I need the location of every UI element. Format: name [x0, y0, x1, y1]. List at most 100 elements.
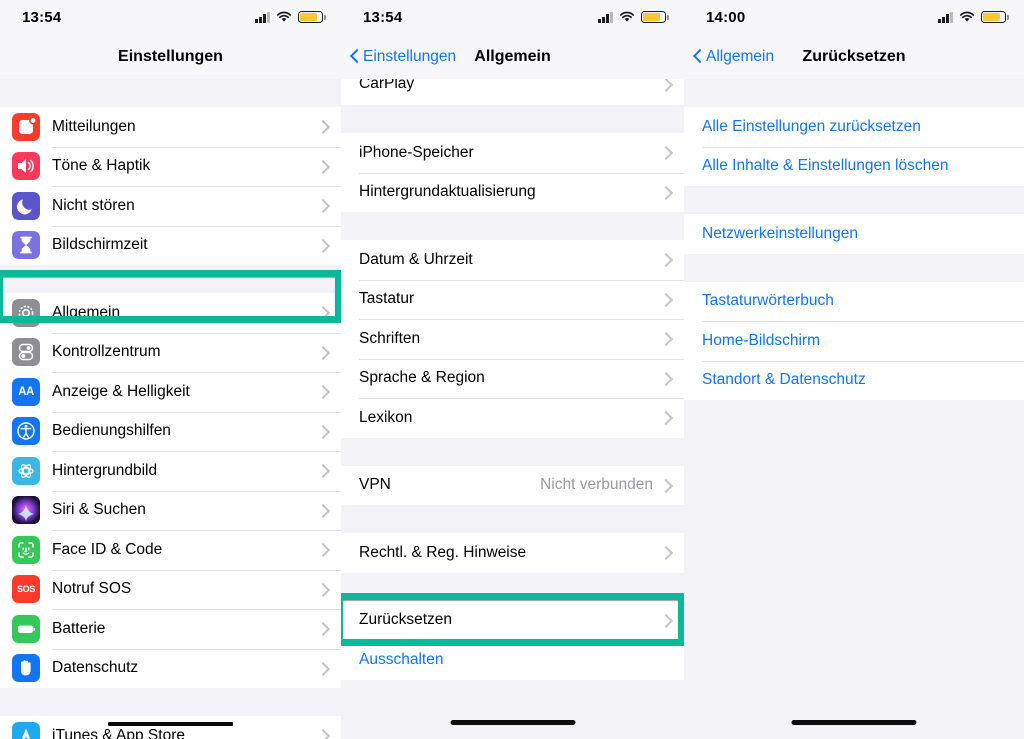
sidebar-item-label: Hintergrundbild [52, 461, 158, 479]
do-not-disturb-icon [12, 191, 40, 220]
sidebar-item-nicht-stoeren[interactable]: Nicht stören [0, 186, 341, 226]
sidebar-item-siri-suchen[interactable]: Siri & Suchen [0, 490, 341, 530]
reset-list[interactable]: Alle Einstellungen zurücksetzen Alle Inh… [684, 79, 1024, 739]
list-item-alle-inhalte-einstellungen-loeschen[interactable]: Alle Inhalte & Einstellungen löschen [684, 146, 1024, 186]
chevron-right-icon [661, 185, 670, 200]
list-item-label: Ausschalten [359, 650, 444, 668]
allgemein-list[interactable]: CarPlay iPhone-Speicher Hintergrundaktua… [341, 79, 684, 739]
list-item-label: Alle Einstellungen zurücksetzen [702, 117, 921, 135]
list-item-hintergrundaktualisierung[interactable]: Hintergrundaktualisierung [341, 172, 684, 212]
sidebar-item-label: Face ID & Code [52, 540, 163, 558]
list-item-label: Alle Inhalte & Einstellungen löschen [702, 157, 949, 175]
sidebar-item-notruf-sos[interactable]: SOS Notruf SOS [0, 569, 341, 609]
list-item-home-bildschirm[interactable]: Home-Bildschirm [684, 321, 1024, 361]
accessibility-icon [12, 417, 40, 446]
chevron-right-icon [661, 545, 670, 560]
sidebar-item-toene-haptik[interactable]: Töne & Haptik [0, 146, 341, 186]
list-item-carplay[interactable]: CarPlay [341, 79, 684, 97]
sidebar-item-itunes-app-store[interactable]: iTunes & App Store [0, 716, 341, 739]
general-group-0: CarPlay [341, 79, 684, 105]
chevron-right-icon [318, 159, 327, 174]
list-item-sprache-region[interactable]: Sprache & Region [341, 358, 684, 398]
list-item-label: Tastatur [359, 290, 415, 308]
settings-list[interactable]: Mitteilungen Töne & Haptik Nicht stören [0, 79, 341, 739]
sidebar-item-face-id-code[interactable]: Face ID & Code [0, 530, 341, 570]
chevron-right-icon [318, 198, 327, 213]
chevron-right-icon [318, 384, 327, 399]
list-item-label: Rechtl. & Reg. Hinweise [359, 543, 527, 561]
status-bar: 14:00 [684, 0, 1024, 34]
phone-screen-allgemein: 13:54 Einstellungen Allgemein CarPlay iP… [341, 0, 684, 739]
chevron-right-icon [318, 728, 327, 739]
status-time: 13:54 [22, 8, 62, 26]
back-button[interactable]: Allgemein [694, 48, 774, 66]
status-icons [598, 11, 669, 23]
list-item-label: Hintergrundaktualisierung [359, 183, 536, 201]
chevron-right-icon [661, 145, 670, 160]
reset-group-3: Tastaturwörterbuch Home-Bildschirm Stand… [684, 281, 1024, 400]
control-center-icon [12, 338, 40, 367]
reset-group-1: Alle Einstellungen zurücksetzen Alle Inh… [684, 107, 1024, 186]
status-time: 13:54 [363, 8, 403, 26]
list-item-label: Sprache & Region [359, 369, 485, 387]
status-icons [938, 11, 1009, 23]
sidebar-item-datenschutz[interactable]: Datenschutz [0, 648, 341, 688]
battery-icon [12, 614, 40, 643]
face-id-icon [12, 535, 40, 564]
list-item-datum-uhrzeit[interactable]: Datum & Uhrzeit [341, 240, 684, 280]
back-button-label: Einstellungen [363, 47, 457, 65]
sidebar-item-bildschirmzeit[interactable]: Bildschirmzeit [0, 225, 341, 265]
sidebar-item-allgemein[interactable]: Allgemein [0, 293, 341, 333]
list-item-iphone-speicher[interactable]: iPhone-Speicher [341, 133, 684, 173]
list-item-tastatur[interactable]: Tastatur [341, 279, 684, 319]
sidebar-item-batterie[interactable]: Batterie [0, 609, 341, 649]
chevron-right-icon [318, 542, 327, 557]
list-gap [0, 79, 341, 107]
list-item-vpn[interactable]: VPN Nicht verbunden [341, 465, 684, 505]
list-item-label: iPhone-Speicher [359, 143, 474, 161]
list-item-label: Standort & Datenschutz [702, 371, 866, 389]
list-item-alle-einstellungen-zuruecksetzen[interactable]: Alle Einstellungen zurücksetzen [684, 107, 1024, 147]
sounds-icon [12, 152, 40, 181]
general-group-1: iPhone-Speicher Hintergrundaktualisierun… [341, 133, 684, 212]
list-item-lexikon[interactable]: Lexikon [341, 398, 684, 438]
sidebar-item-bedienungshilfen[interactable]: Bedienungshilfen [0, 411, 341, 451]
chevron-left-icon [694, 49, 703, 65]
list-item-label: Schriften [359, 329, 421, 347]
list-item-schriften[interactable]: Schriften [341, 319, 684, 359]
list-item-tastaturwoerterbuch[interactable]: Tastaturwörterbuch [684, 281, 1024, 321]
list-item-zuruecksetzen[interactable]: Zurücksetzen [341, 600, 684, 640]
status-icons [255, 11, 326, 23]
status-bar: 13:54 [341, 0, 684, 34]
list-item-standort-datenschutz[interactable]: Standort & Datenschutz [684, 360, 1024, 400]
wifi-icon [276, 11, 292, 23]
nav-bar: Einstellungen [0, 34, 341, 79]
sidebar-item-kontrollzentrum[interactable]: Kontrollzentrum [0, 332, 341, 372]
status-bar: 13:54 [0, 0, 341, 34]
screen-time-icon [12, 231, 40, 260]
chevron-right-icon [661, 79, 670, 92]
sidebar-item-label: Bedienungshilfen [52, 422, 171, 440]
sidebar-item-label: Töne & Haptik [52, 157, 151, 175]
back-button[interactable]: Einstellungen [351, 48, 456, 66]
list-item-ausschalten[interactable]: Ausschalten [341, 640, 684, 680]
list-gap [684, 79, 1024, 107]
list-gap [684, 186, 1024, 214]
back-button-label: Allgemein [706, 47, 775, 65]
list-item-netzwerkeinstellungen[interactable]: Netzwerkeinstellungen [684, 214, 1024, 254]
sidebar-item-mitteilungen[interactable]: Mitteilungen [0, 107, 341, 147]
wallpaper-icon [12, 456, 40, 485]
home-indicator [791, 720, 917, 725]
display-brightness-icon: AA [12, 377, 40, 406]
sidebar-item-anzeige-helligkeit[interactable]: AA Anzeige & Helligkeit [0, 372, 341, 412]
page-title: Allgemein [474, 47, 551, 65]
sidebar-item-hintergrundbild[interactable]: Hintergrundbild [0, 451, 341, 491]
general-group-4: Rechtl. & Reg. Hinweise [341, 533, 684, 573]
list-item-label: Netzwerkeinstellungen [702, 224, 858, 242]
notifications-icon [12, 112, 40, 141]
sidebar-item-label: Bildschirmzeit [52, 236, 148, 254]
general-group-2: Datum & Uhrzeit Tastatur Schriften Sprac… [341, 240, 684, 438]
sidebar-item-label: Batterie [52, 619, 106, 637]
list-item-rechtl-reg-hinweise[interactable]: Rechtl. & Reg. Hinweise [341, 533, 684, 573]
chevron-right-icon [661, 371, 670, 386]
